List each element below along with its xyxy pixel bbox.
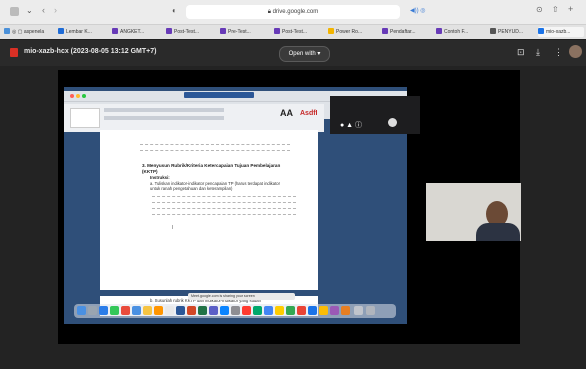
back-icon[interactable]: ‹ [42,5,45,15]
chrome-icon [264,306,273,315]
tab-7[interactable]: Contoh F... [436,27,486,37]
profile-icon [388,118,397,127]
styles-preview: AA [280,108,293,118]
dashed-line [152,214,296,215]
books-icon [341,306,350,315]
tab-5[interactable]: Power Ro... [328,27,378,37]
dashed-line [140,150,290,151]
mac-dock [74,304,396,318]
minimize-dot [76,94,80,98]
tab-3[interactable]: Pre-Test... [220,27,270,37]
instruction-item: a. Tuliskan indikator-indikator pencapai… [150,181,280,191]
zoom-icon [308,306,317,315]
word-ribbon: AA AsdfI [64,104,324,132]
word-title-chip [184,92,254,98]
paste-icon [70,108,100,128]
font-controls [104,108,224,112]
close-dot [70,94,74,98]
share-icon[interactable]: ⇧ [552,5,559,14]
dashed-line [140,144,290,145]
comment-icon[interactable]: ⊡ [517,47,525,57]
tab-apps[interactable]: ◎ ▢ aspenela [4,27,50,37]
files-icon [275,306,284,315]
tab-2[interactable]: Post-Test... [166,27,216,37]
paragraph-controls [104,116,224,120]
url-text: drive.google.com [272,9,319,15]
teams-icon [209,306,218,315]
style-asdl: AsdfI [300,110,318,117]
trash-icon [366,306,375,315]
screen-share-notice: Meet.google.com is sharing your screen [188,293,295,300]
notes-icon [143,306,152,315]
tab-4[interactable]: Post-Test... [274,27,324,37]
participant-video [426,183,521,241]
mail-icon [132,306,141,315]
avatar[interactable] [569,45,582,58]
meet-controls-panel: ● ▲ ⓘ [330,96,420,134]
tab-strip: ◎ ▢ aspenela Lembar K... ANGKET... Post-… [0,25,586,39]
download-icon[interactable]: ⤓ [536,47,540,57]
tab-0[interactable]: Lembar K... [58,27,108,37]
launchpad-icon [88,306,97,315]
privacy-shield-icon[interactable]: ◐ [172,6,177,15]
podcasts-icon [330,306,339,315]
messages-icon [110,306,119,315]
music-icon [242,306,251,315]
photos-icon [121,306,130,315]
appstore-icon [220,306,229,315]
section-heading: 3. Menyusun Rubrik/Kriteria Ketercapaian… [142,163,281,174]
dashed-line [152,202,296,203]
downloads-icon [354,306,363,315]
file-title: mio-xazb-hcx (2023-08-05 13:12 GMT+7) [24,48,157,55]
drive-icon [286,306,295,315]
dashed-line [152,196,296,197]
tab-9-active[interactable]: mio-xazb... [538,27,584,37]
camera-icon: ● ▲ ⓘ [340,122,363,129]
dashed-line [152,208,296,209]
text-cursor: I [172,225,174,231]
sidebar-icon[interactable] [10,7,19,16]
open-with-button[interactable]: Open with ▾ [279,46,330,62]
meet-icon [253,306,262,315]
address-bar[interactable]: 🔒︎ drive.google.com [186,5,400,19]
participant-body [476,223,520,241]
tab-1[interactable]: ANGKET... [112,27,162,37]
extension-icon[interactable]: ◀)) ◎ [410,7,426,14]
excel-icon [198,306,207,315]
word-icon [176,306,185,315]
forward-icon[interactable]: › [54,5,57,15]
settings-icon [231,306,240,315]
chevron-down-icon[interactable]: ⌄ [26,6,33,15]
powerpoint-icon [187,306,196,315]
instruction-label: Instruksi: [150,175,170,180]
maximize-dot [82,94,86,98]
calendar-icon [154,306,163,315]
slides-icon [319,306,328,315]
tab-8[interactable]: PENYUD... [490,27,534,37]
tab-6[interactable]: Pendaftar... [382,27,432,37]
safari-icon [99,306,108,315]
more-options-icon[interactable]: ⋮ [554,47,563,57]
document-page: I [100,130,318,290]
browser-toolbar: ⌄ ‹ › ◐ 🔒︎ drive.google.com ◀)) ◎ ⊙ ⇧ + [0,0,586,25]
video-file-icon [10,48,18,57]
new-tab-icon[interactable]: + [568,4,573,14]
download-icon[interactable]: ⊙ [536,5,543,14]
gmail-icon [297,306,306,315]
reminders-icon [165,306,174,315]
finder-icon [77,306,86,315]
